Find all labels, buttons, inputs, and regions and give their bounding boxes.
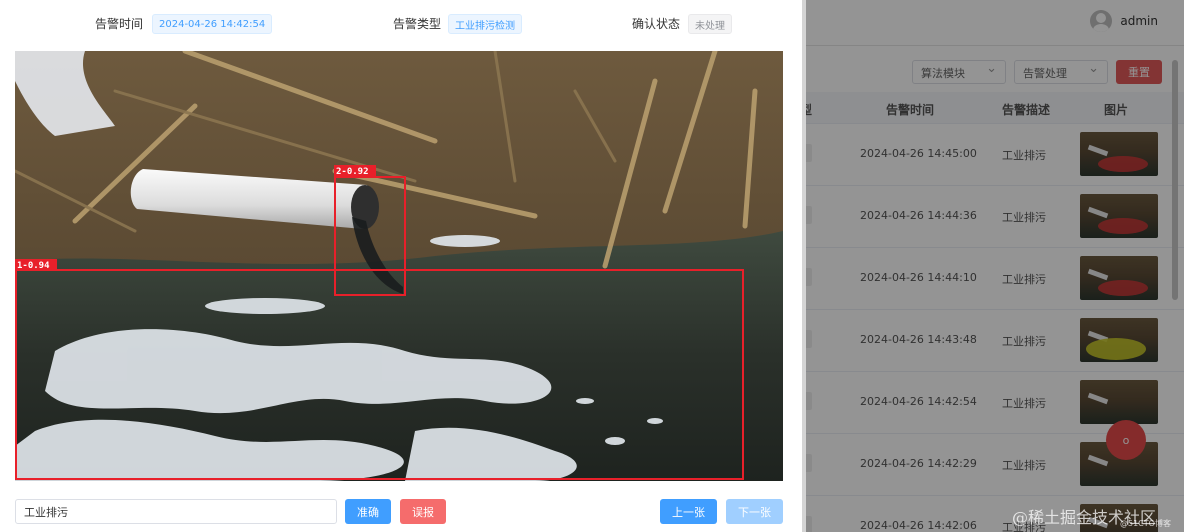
confirm-status-tag: 未处理 [688, 14, 732, 34]
prev-button[interactable]: 上一张 [660, 499, 717, 524]
alarm-type-label: 告警类型 [393, 17, 442, 31]
dialog-scroll-edge [802, 0, 806, 532]
next-button[interactable]: 下一张 [726, 499, 783, 524]
alarm-time-label: 告警时间 [95, 17, 144, 31]
detection-label-2: 2-0.92 [336, 167, 369, 177]
accurate-button[interactable]: 准确 [345, 499, 391, 524]
alarm-detail-dialog: 告警时间 2024-04-26 14:42:54 告警类型 工业排污检测 确认状… [0, 0, 802, 532]
description-input[interactable] [15, 499, 337, 524]
false-alarm-button[interactable]: 误报 [400, 499, 446, 524]
dialog-header: 告警时间 2024-04-26 14:42:54 告警类型 工业排污检测 确认状… [0, 0, 802, 46]
dialog-footer: 准确 误报 上一张 下一张 [0, 490, 802, 532]
alarm-type-tag: 工业排污检测 [448, 14, 522, 34]
detection-label-1: 1-0.94 [17, 261, 50, 271]
watermark-small: @51CTO博客 [1120, 519, 1171, 528]
alarm-time-tag: 2024-04-26 14:42:54 [152, 14, 273, 34]
alarm-snapshot-image: 1-0.94 2-0.92 [15, 51, 783, 481]
confirm-status-label: 确认状态 [632, 17, 681, 31]
